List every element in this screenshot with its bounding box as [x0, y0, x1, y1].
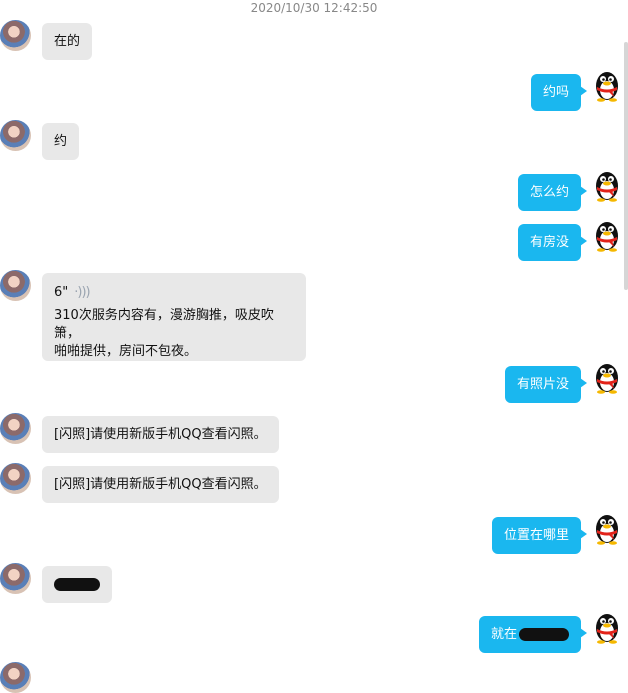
- contact-avatar-icon[interactable]: [0, 463, 31, 494]
- contact-avatar-icon[interactable]: [0, 413, 31, 444]
- qq-penguin-icon[interactable]: [592, 218, 622, 252]
- chat-timestamp: 2020/10/30 12:42:50: [250, 1, 378, 15]
- message-bubble[interactable]: 有房没: [517, 224, 588, 261]
- qq-penguin-icon[interactable]: [592, 511, 622, 545]
- qq-penguin-icon[interactable]: [592, 168, 622, 202]
- redaction-mark: [54, 578, 100, 591]
- message-text: 有照片没: [516, 377, 569, 392]
- voice-message-bubble[interactable]: 6" ·))) 310次服务内容有，漫游胸推，吸皮吹箫， 啪啪提供，房间不包夜。: [42, 273, 306, 361]
- qq-penguin-icon[interactable]: [592, 360, 622, 394]
- message-text: 在的: [54, 34, 81, 49]
- voice-player[interactable]: 6" ·))): [54, 277, 294, 307]
- contact-avatar-icon[interactable]: [0, 120, 31, 151]
- voice-transcript-line: 310次服务内容有，漫游胸推，吸皮吹箫，: [54, 308, 274, 341]
- message-text: [闪照]请使用新版手机QQ查看闪照。: [54, 477, 267, 492]
- message-text: 约: [54, 134, 68, 149]
- message-text: [闪照]请使用新版手机QQ查看闪照。: [54, 427, 267, 442]
- message-bubble[interactable]: 就在: [478, 616, 588, 653]
- message-text: 怎么约: [529, 185, 569, 200]
- message-bubble[interactable]: [42, 566, 112, 603]
- voice-duration: 6": [54, 284, 69, 300]
- qq-penguin-icon[interactable]: [592, 68, 622, 102]
- message-bubble[interactable]: 有照片没: [504, 366, 588, 403]
- message-bubble[interactable]: 约吗: [530, 74, 588, 111]
- message-text: 有房没: [529, 235, 569, 250]
- message-text: 位置在哪里: [503, 528, 569, 543]
- voice-transcript: 310次服务内容有，漫游胸推，吸皮吹箫， 啪啪提供，房间不包夜。: [54, 307, 294, 361]
- contact-avatar-icon[interactable]: [0, 20, 31, 51]
- message-bubble[interactable]: 怎么约: [517, 174, 588, 211]
- contact-avatar-icon[interactable]: [0, 270, 31, 301]
- message-text: 就在: [490, 627, 517, 642]
- message-bubble[interactable]: [闪照]请使用新版手机QQ查看闪照。: [42, 416, 279, 453]
- voice-wave-icon[interactable]: ·))): [74, 285, 90, 300]
- message-bubble[interactable]: 约: [42, 123, 80, 160]
- qq-penguin-icon[interactable]: [592, 610, 622, 644]
- message-bubble[interactable]: 位置在哪里: [491, 517, 588, 554]
- redaction-mark: [519, 628, 569, 641]
- voice-transcript-line: 啪啪提供，房间不包夜。: [54, 344, 198, 359]
- message-bubble[interactable]: [闪照]请使用新版手机QQ查看闪照。: [42, 466, 279, 503]
- message-text: 约吗: [542, 85, 569, 100]
- scrollbar[interactable]: [624, 42, 628, 290]
- message-bubble[interactable]: 在的: [42, 23, 93, 60]
- contact-avatar-icon[interactable]: [0, 563, 31, 594]
